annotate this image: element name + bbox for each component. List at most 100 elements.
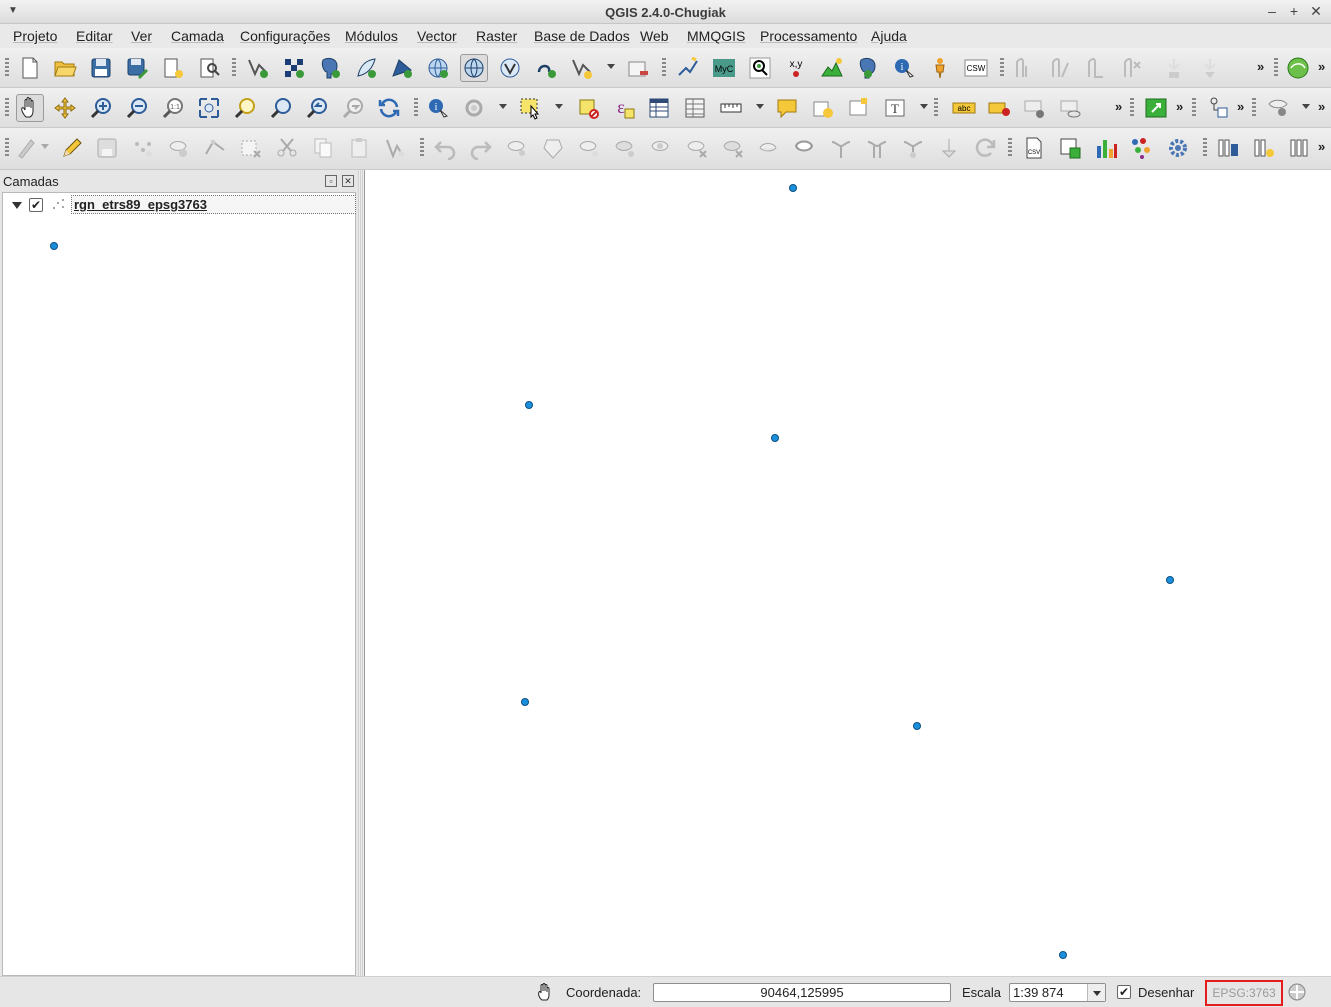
raster-align-icon[interactable] (1250, 134, 1278, 162)
map-point[interactable] (1166, 576, 1174, 584)
composer-manager-icon[interactable] (195, 54, 223, 82)
identify-icon[interactable]: i (890, 54, 918, 82)
bar-chart-icon[interactable] (1092, 134, 1120, 162)
more-tools-chevron-icon[interactable]: » (1176, 99, 1183, 114)
more-tools-chevron-icon[interactable]: » (1318, 139, 1325, 154)
new-print-composer-icon[interactable] (159, 54, 187, 82)
more-tools-chevron-icon[interactable]: » (1318, 99, 1325, 114)
add-postgis-layer-icon[interactable] (316, 54, 344, 82)
add-delimited-text-icon[interactable] (532, 54, 560, 82)
pan-to-selection-icon[interactable] (51, 94, 79, 122)
identify-features-icon[interactable]: i (424, 94, 452, 122)
zoom-native-resolution-icon[interactable]: 1:1 (159, 94, 187, 122)
toolbar-handle[interactable] (1252, 98, 1256, 118)
map-point[interactable] (521, 698, 529, 706)
zoom-last-icon[interactable] (303, 94, 331, 122)
menu-camada[interactable]: Camada (171, 28, 224, 44)
add-spatialite-layer-icon[interactable] (352, 54, 380, 82)
dropdown-arrow-icon[interactable] (555, 104, 563, 109)
csv-export-icon[interactable]: CSV (1020, 134, 1048, 162)
profile-icon[interactable] (818, 54, 846, 82)
new-vector-layer-icon[interactable] (568, 54, 596, 82)
toolbar-handle[interactable] (420, 138, 424, 158)
menu-projeto[interactable]: Projeto (13, 28, 57, 44)
raster-info-icon[interactable] (1286, 134, 1314, 162)
close-window-button[interactable]: ✕ (1308, 3, 1324, 20)
toolbar-handle[interactable] (1203, 138, 1207, 158)
run-action-icon[interactable] (460, 94, 488, 122)
more-tools-chevron-icon[interactable]: » (1257, 59, 1264, 74)
map-point[interactable] (1059, 951, 1067, 959)
crs-status-button[interactable]: EPSG:3763 (1205, 980, 1283, 1006)
text-annotation-icon[interactable]: T (881, 94, 909, 122)
menu-ajuda[interactable]: Ajuda (871, 28, 907, 44)
refresh-icon[interactable] (375, 94, 403, 122)
toggle-editing-icon[interactable] (57, 134, 85, 162)
point-cluster-icon[interactable] (1128, 134, 1156, 162)
toolbar-handle[interactable] (5, 98, 9, 118)
xy-tools-icon[interactable]: x,y (782, 54, 810, 82)
myc-icon[interactable]: MyC (710, 54, 738, 82)
more-tools-chevron-icon[interactable]: » (1115, 99, 1122, 114)
toolbar-handle[interactable] (1274, 58, 1278, 78)
remove-layer-icon[interactable] (624, 54, 652, 82)
layer-visibility-checkbox[interactable]: ✔ (29, 198, 43, 212)
toolbar-handle[interactable] (232, 58, 236, 78)
attribute-table-icon[interactable] (645, 94, 673, 122)
dropdown-arrow-icon[interactable] (499, 104, 507, 109)
label-tool-icon[interactable]: abc (950, 94, 978, 122)
database-manager-icon[interactable] (1204, 94, 1232, 122)
float-panel-button[interactable]: ▫ (325, 175, 337, 187)
new-project-icon[interactable] (16, 54, 44, 82)
openlayers-icon[interactable] (1284, 54, 1312, 82)
map-point[interactable] (913, 722, 921, 730)
toolbar-handle[interactable] (1192, 98, 1196, 118)
pin-labels-icon[interactable] (986, 94, 1014, 122)
toolbar-handle[interactable] (1008, 138, 1012, 158)
new-bookmark-icon[interactable] (809, 94, 837, 122)
menu-base-de-dados[interactable]: Base de Dados (534, 28, 630, 44)
toolbar-handle[interactable] (662, 58, 666, 78)
add-wfs-layer-icon[interactable] (496, 54, 524, 82)
dropdown-arrow-icon[interactable] (1302, 104, 1310, 109)
add-raster-layer-icon[interactable] (280, 54, 308, 82)
pan-map-icon[interactable] (16, 94, 44, 122)
maximize-button[interactable]: + (1286, 3, 1302, 19)
street-view-icon[interactable] (926, 54, 954, 82)
menu-ver[interactable]: Ver (131, 28, 152, 44)
select-features-icon[interactable] (516, 94, 544, 122)
zoom-to-selection-icon[interactable] (231, 94, 259, 122)
more-tools-chevron-icon[interactable]: » (1237, 99, 1244, 114)
dropdown-arrow-icon[interactable] (756, 104, 764, 109)
move-label-icon[interactable] (1058, 94, 1086, 122)
dropdown-arrow-icon[interactable] (920, 104, 928, 109)
show-hide-labels-icon[interactable] (1022, 94, 1050, 122)
toolbar-handle[interactable] (5, 138, 9, 158)
select-by-expression-icon[interactable]: ε (610, 94, 638, 122)
add-vector-layer-icon[interactable] (244, 54, 272, 82)
close-panel-button[interactable]: ✕ (342, 175, 354, 187)
zoom-full-icon[interactable] (195, 94, 223, 122)
toggle-extents-mouse-icon[interactable] (536, 982, 556, 1002)
toolbar-handle[interactable] (1000, 58, 1004, 78)
add-wms-layer-icon[interactable] (424, 54, 452, 82)
show-bookmarks-icon[interactable] (845, 94, 873, 122)
zoom-to-point-icon[interactable] (746, 54, 774, 82)
menu-modulos[interactable]: Módulos (345, 28, 398, 44)
save-project-icon[interactable] (87, 54, 115, 82)
scale-dropdown-button[interactable] (1087, 984, 1105, 1001)
map-point[interactable] (771, 434, 779, 442)
statistical-summary-icon[interactable] (681, 94, 709, 122)
raster-calculator-icon[interactable] (1214, 134, 1242, 162)
gps-capture-icon[interactable] (1142, 94, 1170, 122)
open-project-icon[interactable] (51, 54, 79, 82)
processing-settings-icon[interactable] (1164, 134, 1192, 162)
toolbar-handle[interactable] (414, 98, 418, 118)
coordinate-field[interactable]: 90464,125995 (653, 983, 951, 1002)
menu-raster[interactable]: Raster (476, 28, 517, 44)
save-as-icon[interactable] (123, 54, 151, 82)
menu-processamento[interactable]: Processamento (760, 28, 857, 44)
georeferencer-icon[interactable] (674, 54, 702, 82)
more-tools-chevron-icon[interactable]: » (1318, 59, 1325, 74)
messages-icon[interactable] (1287, 982, 1307, 1002)
